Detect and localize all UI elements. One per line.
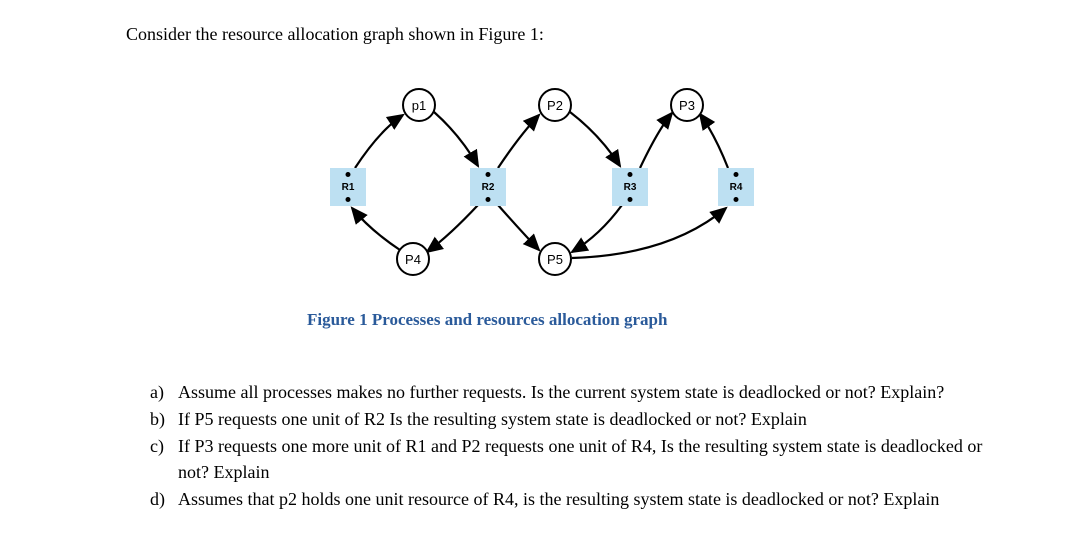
question-text: If P5 requests one unit of R2 Is the res… [178,407,1000,432]
resource-r1: R1 [330,168,366,206]
instance-dot [346,172,351,177]
resource-r4: R4 [718,168,754,206]
instance-dot [628,197,633,202]
process-p2: P2 [538,88,572,122]
question-a: a) Assume all processes makes no further… [150,380,1000,405]
resource-r2: R2 [470,168,506,206]
instance-dot [628,172,633,177]
instance-dot [486,197,491,202]
instance-dot [734,172,739,177]
process-p4: P4 [396,242,430,276]
process-p5: P5 [538,242,572,276]
figure-caption: Figure 1 Processes and resources allocat… [307,310,667,330]
process-p1: p1 [402,88,436,122]
question-text: Assume all processes makes no further re… [178,380,1000,405]
question-text: If P3 requests one more unit of R1 and P… [178,434,1000,484]
resource-label: R4 [730,182,743,193]
process-p3: P3 [670,88,704,122]
resource-label: R1 [342,182,355,193]
resource-allocation-diagram: p1 P2 P3 P4 P5 R1 R2 R3 R4 [310,80,790,280]
resource-r3: R3 [612,168,648,206]
resource-label: R2 [482,182,495,193]
instance-dot [346,197,351,202]
question-label: d) [150,487,178,512]
intro-text: Consider the resource allocation graph s… [126,24,544,45]
resource-label: R3 [624,182,637,193]
question-label: c) [150,434,178,484]
question-label: b) [150,407,178,432]
instance-dot [734,197,739,202]
question-c: c) If P3 requests one more unit of R1 an… [150,434,1000,484]
question-d: d) Assumes that p2 holds one unit resour… [150,487,1000,512]
question-text: Assumes that p2 holds one unit resource … [178,487,1000,512]
question-label: a) [150,380,178,405]
instance-dot [486,172,491,177]
question-b: b) If P5 requests one unit of R2 Is the … [150,407,1000,432]
questions-list: a) Assume all processes makes no further… [150,380,1000,514]
